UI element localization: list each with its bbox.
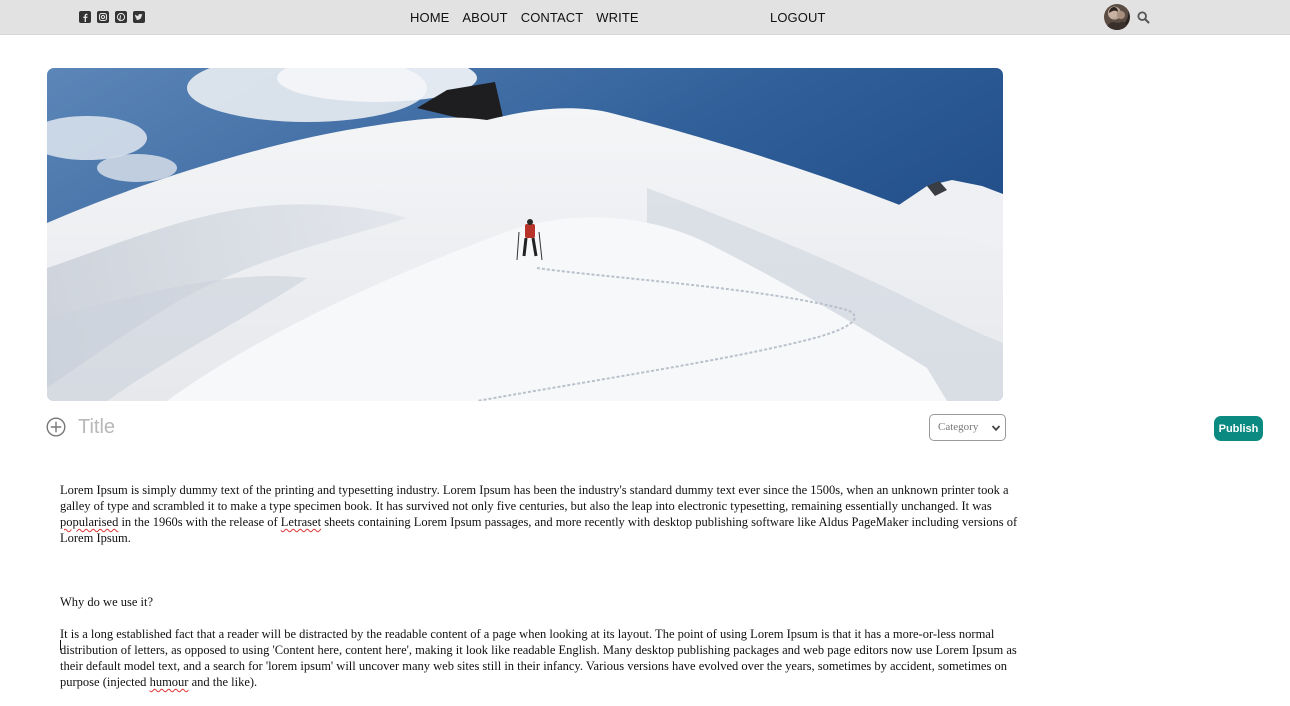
paragraph-1: Lorem Ipsum is simply dummy text of the …	[60, 482, 1020, 546]
chevron-down-icon	[991, 425, 1001, 432]
nav-write-link[interactable]: WRITE	[596, 10, 638, 25]
paragraph-2: It is a long established fact that a rea…	[60, 626, 1020, 690]
paragraph-1-text: Lorem Ipsum is simply dummy text of the …	[60, 483, 1012, 513]
pinterest-square-icon[interactable]	[115, 11, 127, 23]
heading-why: Why do we use it?	[60, 595, 154, 609]
publish-button[interactable]: Publish	[1214, 416, 1263, 441]
main-nav: HOME ABOUT CONTACT WRITE	[410, 10, 639, 25]
paragraph-1-text: in the 1960s with the release of	[118, 515, 281, 529]
misspelled-word: Letraset	[280, 515, 322, 529]
category-select-value: Category	[938, 421, 979, 433]
nav-contact-link[interactable]: CONTACT	[521, 10, 584, 25]
user-avatar[interactable]	[1104, 4, 1130, 30]
social-links	[79, 11, 145, 23]
text-caret	[60, 640, 61, 650]
misspelled-word: humour	[149, 675, 189, 689]
instagram-icon[interactable]	[97, 11, 109, 23]
misspelled-word: popularised	[60, 515, 119, 529]
facebook-square-icon[interactable]	[79, 11, 91, 23]
paragraph-2-text: and the like).	[188, 675, 258, 689]
add-image-icon[interactable]	[46, 417, 66, 437]
nav-about-link[interactable]: ABOUT	[462, 10, 507, 25]
category-select[interactable]: Category	[929, 414, 1006, 441]
top-navbar: HOME ABOUT CONTACT WRITE LOGOUT	[0, 0, 1290, 35]
story-textarea[interactable]: Lorem Ipsum is simply dummy text of the …	[60, 466, 1020, 706]
nav-home-link[interactable]: HOME	[410, 10, 449, 25]
logout-link[interactable]: LOGOUT	[770, 10, 826, 25]
cover-image	[47, 68, 1003, 401]
title-input[interactable]	[78, 412, 878, 442]
search-icon[interactable]	[1137, 11, 1150, 24]
twitter-square-icon[interactable]	[133, 11, 145, 23]
